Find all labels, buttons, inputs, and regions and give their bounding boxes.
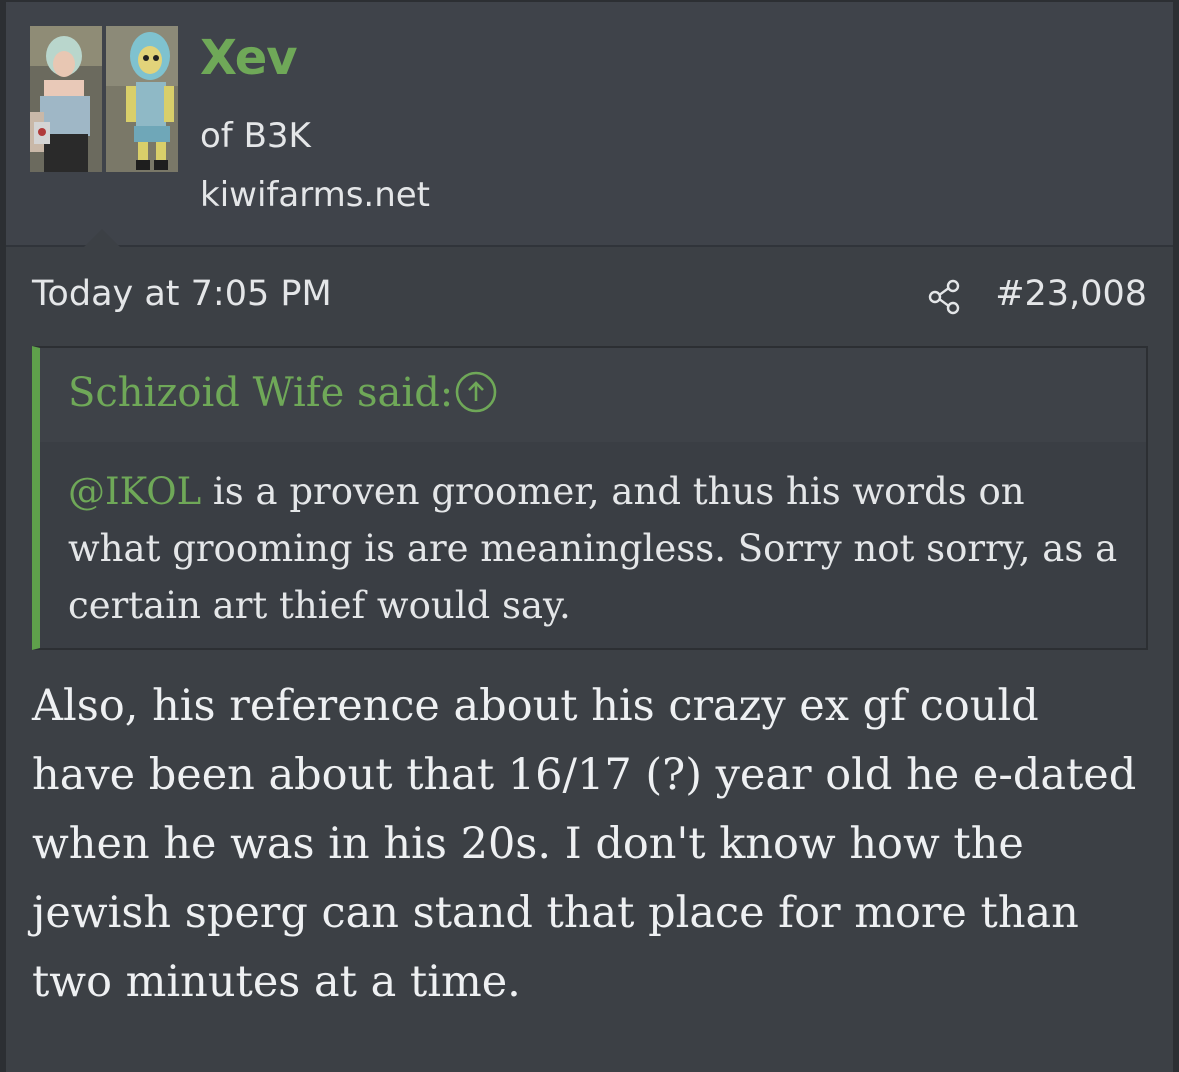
- avatar-doll-right: [106, 26, 178, 172]
- quote-block: Schizoid Wife said: @IKOL is a proven gr…: [32, 346, 1148, 650]
- quote-author[interactable]: Schizoid Wife said:: [68, 370, 453, 416]
- user-site: kiwifarms.net: [200, 175, 431, 215]
- arrow-up-circle-icon[interactable]: [454, 370, 498, 414]
- user-title: of B3K: [200, 116, 311, 156]
- avatar-photo-left: [30, 26, 102, 172]
- header-pointer: [84, 229, 120, 247]
- post-number[interactable]: #23,008: [995, 274, 1147, 314]
- avatar[interactable]: [30, 26, 178, 172]
- quote-body: @IKOL is a proven groomer, and thus his …: [68, 463, 1128, 634]
- quote-header: Schizoid Wife said:: [40, 348, 1146, 442]
- post-date[interactable]: Today at 7:05 PM: [32, 274, 332, 314]
- share-icon[interactable]: [926, 278, 964, 316]
- post-body: Also, his reference about his crazy ex g…: [32, 681, 1137, 1007]
- post-card: Xev of B3K kiwifarms.net Today at 7:05 P…: [0, 0, 1179, 1072]
- quote-text: is a proven groomer, and thus his words …: [68, 470, 1118, 627]
- username[interactable]: Xev: [200, 30, 298, 86]
- user-mention[interactable]: @IKOL: [68, 470, 201, 513]
- user-header: Xev of B3K kiwifarms.net: [6, 2, 1173, 247]
